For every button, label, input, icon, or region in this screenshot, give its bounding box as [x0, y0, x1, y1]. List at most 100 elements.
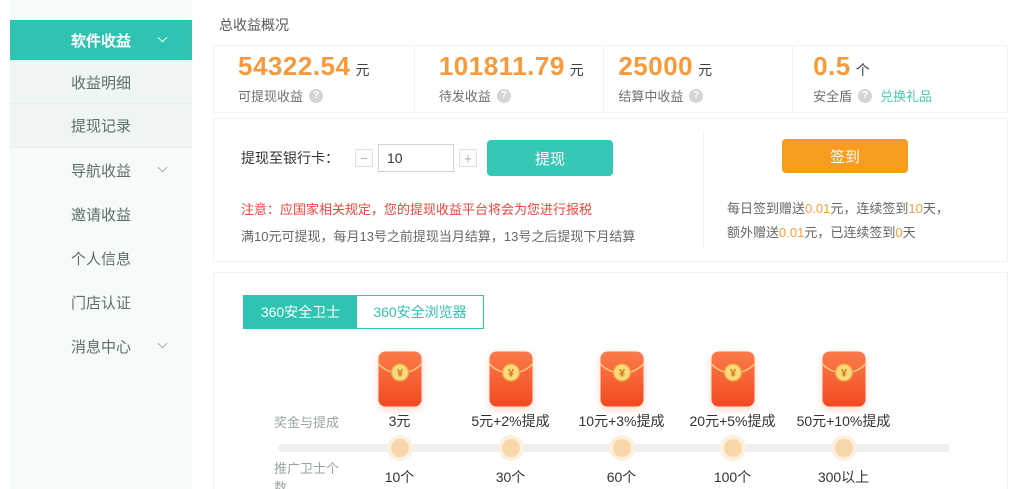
count-row: 推广卫士个数 10个30个60个100个300以上	[274, 465, 954, 489]
withdraw-rules: 满10元可提现，每月13号之前提现当月结算，13号之后提现下月结算	[241, 226, 635, 245]
stat-security-shield: 0.5个安全盾? 兑换礼品	[792, 46, 1007, 112]
stat-unit: 个	[856, 62, 870, 78]
sidebar-item-label: 软件收益	[71, 30, 131, 51]
red-envelope-icon: ¥	[489, 351, 533, 407]
bonus-row-label: 奖金与提成	[274, 412, 344, 431]
sidebar-item-label: 个人信息	[71, 248, 131, 269]
stat-unit: 元	[570, 62, 584, 78]
sidebar-item-withdrawal-records[interactable]: 提现记录	[10, 104, 192, 148]
signin-info-line2: 额外赠送0.01元，已连续签到0天	[727, 225, 916, 241]
sidebar-item-label: 邀请收益	[71, 204, 131, 225]
highlighted-number: 0.01	[779, 225, 804, 240]
stat-label-text: 可提现收益	[238, 86, 303, 105]
increase-amount-button[interactable]: +	[459, 149, 477, 167]
count-row-label: 推广卫士个数	[274, 458, 344, 489]
stat-label: 可提现收益?	[238, 86, 414, 105]
svg-text:¥: ¥	[729, 368, 736, 380]
sidebar-item-earnings-detail[interactable]: 收益明细	[10, 60, 192, 104]
tax-notice: 注意：应国家相关规定，您的提现收益平台将会为您进行报税	[241, 199, 592, 218]
stat-value: 0.5个	[813, 53, 1007, 79]
sidebar: 软件收益收益明细提现记录导航收益邀请收益个人信息门店认证消息中心	[10, 0, 192, 489]
sidebar-item-software-earnings[interactable]: 软件收益	[10, 20, 192, 60]
tab-360-safeguard[interactable]: 360安全卫士	[244, 296, 357, 328]
signin-panel: 签到 每日签到赠送0.01元，连续签到10天， 额外赠送0.01元，已连续签到0…	[703, 119, 1007, 261]
sidebar-item-label: 门店认证	[71, 292, 131, 313]
sidebar-item-invitation-earnings[interactable]: 邀请收益	[10, 192, 192, 236]
tier-bonus-label: 50元+10%提成	[788, 411, 899, 431]
sidebar-item-label: 消息中心	[71, 336, 131, 357]
stat-withdrawable-earnings: 54322.54元可提现收益?	[214, 46, 414, 112]
bonus-row: 奖金与提成 3元5元+2%提成10元+3%提成20元+5%提成50元+10%提成	[274, 409, 954, 433]
tier-envelope-cell: ¥	[677, 351, 788, 412]
text-segment: 元，连续签到	[830, 201, 908, 216]
sidebar-item-navigation-earnings[interactable]: 导航收益	[10, 148, 192, 192]
tier-count-label: 300以上	[788, 467, 899, 487]
stat-label: 安全盾? 兑换礼品	[813, 86, 1007, 105]
promotion-rewards-card: 360安全卫士 360安全浏览器 ¥¥¥¥¥ 奖金与提成 3元5元+2%提成10…	[213, 272, 1008, 489]
stat-label: 待发收益?	[439, 86, 604, 105]
milestone-dot	[502, 439, 520, 457]
tier-bonus-label: 3元	[344, 411, 455, 431]
page-title: 总收益概况	[219, 15, 289, 35]
tier-count-label: 30个	[455, 467, 566, 487]
signin-info-line1: 每日签到赠送0.01元，连续签到10天，	[727, 201, 949, 217]
stat-settling-earnings: 25000元结算中收益?	[603, 46, 792, 112]
chevron-down-icon	[158, 163, 168, 173]
tab-360-browser[interactable]: 360安全浏览器	[357, 296, 483, 328]
withdraw-controls: 提现至银行卡： − +	[241, 140, 477, 176]
signin-button[interactable]: 签到	[782, 139, 908, 173]
svg-text:¥: ¥	[396, 368, 403, 380]
milestone-dot	[391, 439, 409, 457]
text-segment: 每日签到赠送	[727, 201, 805, 216]
stat-value: 101811.79元	[439, 53, 604, 79]
tier-count-label: 60个	[566, 467, 677, 487]
stat-label-text: 结算中收益	[618, 86, 683, 105]
sidebar-item-label: 收益明细	[71, 72, 131, 93]
withdraw-button[interactable]: 提现	[487, 140, 613, 176]
stat-label-text: 待发收益	[439, 86, 491, 105]
help-icon[interactable]: ?	[497, 89, 511, 103]
tier-count-label: 100个	[677, 467, 788, 487]
stat-value: 25000元	[618, 53, 792, 79]
highlighted-number: 10	[908, 201, 922, 216]
milestone-dot	[613, 439, 631, 457]
tier-envelope-cell: ¥	[455, 351, 566, 412]
withdraw-amount-input[interactable]	[378, 144, 454, 172]
earnings-summary-card: 54322.54元可提现收益?101811.79元待发收益?25000元结算中收…	[213, 45, 1008, 113]
text-segment: 元，已连续签到	[804, 225, 895, 240]
sidebar-item-message-center[interactable]: 消息中心	[10, 324, 192, 368]
milestone-slider	[274, 435, 954, 461]
tier-bonus-label: 10元+3%提成	[566, 411, 677, 431]
red-envelope-row: ¥ ¥ ¥ ¥ ¥	[274, 351, 954, 409]
sidebar-item-label: 提现记录	[71, 115, 131, 136]
sidebar-item-personal-info[interactable]: 个人信息	[10, 236, 192, 280]
sidebar-item-store-certification[interactable]: 门店认证	[10, 280, 192, 324]
stat-value: 54322.54元	[238, 53, 414, 79]
help-icon[interactable]: ?	[858, 89, 872, 103]
help-icon[interactable]: ?	[689, 89, 703, 103]
chevron-down-icon	[158, 339, 168, 349]
highlighted-number: 0.01	[805, 201, 830, 216]
tier-envelope-cell: ¥	[788, 351, 899, 412]
text-segment: 天	[903, 225, 916, 240]
tier-envelope-cell: ¥	[344, 351, 455, 412]
redeem-gift-link[interactable]: 兑换礼品	[880, 86, 932, 105]
stat-unit: 元	[698, 62, 712, 78]
tier-bonus-label: 5元+2%提成	[455, 411, 566, 431]
stat-label-text: 安全盾	[813, 86, 852, 105]
product-tabs: 360安全卫士 360安全浏览器	[243, 295, 484, 329]
stat-pending-earnings: 101811.79元待发收益?	[414, 46, 604, 112]
svg-text:¥: ¥	[840, 368, 847, 380]
sidebar-item-label: 导航收益	[71, 160, 131, 181]
red-envelope-icon: ¥	[378, 351, 422, 407]
svg-text:¥: ¥	[618, 368, 625, 380]
chevron-down-icon	[158, 33, 168, 43]
red-envelope-icon: ¥	[711, 351, 755, 407]
withdraw-to-bank-label: 提现至银行卡：	[241, 148, 339, 168]
red-envelope-icon: ¥	[600, 351, 644, 407]
highlighted-number: 0	[895, 225, 902, 240]
help-icon[interactable]: ?	[309, 89, 323, 103]
milestone-dot	[724, 439, 742, 457]
text-segment: 天，	[923, 201, 949, 216]
decrease-amount-button[interactable]: −	[355, 149, 373, 167]
